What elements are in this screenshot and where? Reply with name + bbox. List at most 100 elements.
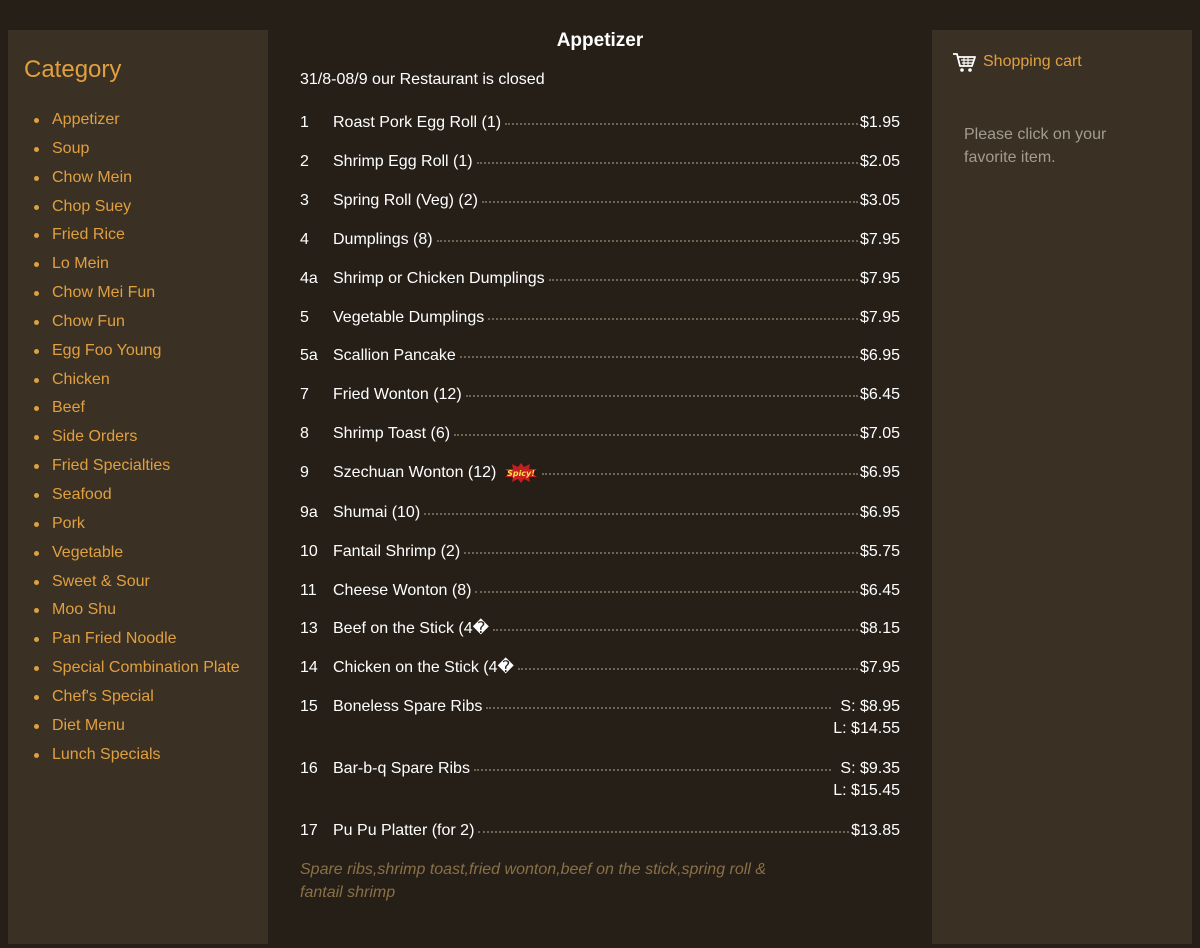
item-name: Fantail Shrimp (2) bbox=[333, 543, 461, 560]
menu-item[interactable]: 17 Pu Pu Platter (for 2) $13.85 bbox=[300, 820, 900, 850]
item-number: 4a bbox=[300, 270, 318, 287]
dot-leader bbox=[478, 831, 850, 833]
item-price: S: $8.95 L: $14.55 bbox=[833, 696, 900, 740]
item-number: 9a bbox=[300, 504, 318, 521]
category-item-special-combination-plate[interactable]: Special Combination Plate bbox=[32, 656, 240, 685]
item-name: Chicken on the Stick (4� bbox=[333, 659, 514, 676]
item-name: Dumplings (8) bbox=[333, 231, 433, 248]
category-item-chicken[interactable]: Chicken bbox=[32, 368, 240, 397]
dot-leader bbox=[542, 473, 858, 475]
category-item-pork[interactable]: Pork bbox=[32, 512, 240, 541]
item-name: Scallion Pancake bbox=[333, 347, 456, 364]
menu-items: 1 Roast Pork Egg Roll (1) $1.95 2 Shrimp… bbox=[300, 110, 900, 850]
category-item-lunch-specials[interactable]: Lunch Specials bbox=[32, 743, 240, 772]
item-name: Spring Roll (Veg) (2) bbox=[333, 192, 478, 209]
category-item-lo-mein[interactable]: Lo Mein bbox=[32, 252, 240, 281]
menu-item[interactable]: 13 Beef on the Stick (4� $8.15 bbox=[300, 618, 900, 657]
item-number: 16 bbox=[300, 760, 318, 777]
category-item-seafood[interactable]: Seafood bbox=[32, 483, 240, 512]
category-item-chow-mein[interactable]: Chow Mein bbox=[32, 166, 240, 195]
dot-leader bbox=[465, 395, 858, 397]
category-list: Appetizer Soup Chow Mein Chop Suey Fried… bbox=[32, 108, 240, 771]
menu-item[interactable]: 9 Szechuan Wonton (12) Spicy! $6.95 bbox=[300, 462, 900, 502]
menu-item[interactable]: 14 Chicken on the Stick (4� $7.95 bbox=[300, 657, 900, 696]
category-item-beef[interactable]: Beef bbox=[32, 396, 240, 425]
item-price: $6.45 bbox=[859, 386, 900, 403]
item-number: 8 bbox=[300, 425, 309, 442]
item-name: Szechuan Wonton (12) bbox=[333, 464, 497, 481]
category-item-fried-rice[interactable]: Fried Rice bbox=[32, 223, 240, 252]
item-name: Vegetable Dumplings bbox=[333, 309, 485, 326]
menu-item[interactable]: 7 Fried Wonton (12) $6.45 bbox=[300, 384, 900, 423]
dot-leader bbox=[505, 123, 858, 125]
shopping-cart-link[interactable]: Shopping cart bbox=[952, 51, 1082, 73]
item-price: $8.15 bbox=[859, 620, 900, 637]
closed-notice: 31/8-08/9 our Restaurant is closed bbox=[300, 71, 545, 88]
item-number: 5a bbox=[300, 347, 318, 364]
dot-leader bbox=[459, 356, 858, 358]
price-large: L: $15.45 bbox=[833, 782, 900, 799]
item-price: S: $9.35 L: $15.45 bbox=[833, 758, 900, 802]
menu-item[interactable]: 10 Fantail Shrimp (2) $5.75 bbox=[300, 541, 900, 580]
category-item-chow-mei-fun[interactable]: Chow Mei Fun bbox=[32, 281, 240, 310]
dot-leader bbox=[476, 162, 858, 164]
menu-item[interactable]: 4 Dumplings (8) $7.95 bbox=[300, 229, 900, 268]
category-item-appetizer[interactable]: Appetizer bbox=[32, 108, 240, 137]
item-number: 5 bbox=[300, 309, 309, 326]
menu-item[interactable]: 11 Cheese Wonton (8) $6.45 bbox=[300, 580, 900, 618]
sidebar-title: Category bbox=[24, 56, 122, 83]
dot-leader bbox=[454, 434, 858, 436]
menu-item[interactable]: 5a Scallion Pancake $6.95 bbox=[300, 345, 900, 384]
item-name: Bar-b-q Spare Ribs bbox=[333, 760, 470, 777]
dot-leader bbox=[488, 318, 858, 320]
item-name: Pu Pu Platter (for 2) bbox=[333, 822, 475, 839]
page: Category Appetizer Soup Chow Mein Chop S… bbox=[0, 0, 1200, 948]
menu-item[interactable]: 3 Spring Roll (Veg) (2) $3.05 bbox=[300, 190, 900, 229]
dot-leader bbox=[493, 629, 858, 631]
item-name: Shrimp Egg Roll (1) bbox=[333, 153, 473, 170]
category-sidebar: Category Appetizer Soup Chow Mein Chop S… bbox=[8, 30, 268, 944]
category-item-sweet-sour[interactable]: Sweet & Sour bbox=[32, 570, 240, 599]
category-item-egg-foo-young[interactable]: Egg Foo Young bbox=[32, 339, 240, 368]
item-price: $6.45 bbox=[859, 582, 900, 599]
dot-leader bbox=[424, 513, 858, 515]
dot-leader bbox=[473, 769, 832, 771]
item-number: 17 bbox=[300, 822, 318, 839]
item-name: Shumai (10) bbox=[333, 504, 421, 521]
category-item-soup[interactable]: Soup bbox=[32, 137, 240, 166]
menu-item[interactable]: 9a Shumai (10) $6.95 bbox=[300, 502, 900, 541]
category-item-moo-shu[interactable]: Moo Shu bbox=[32, 598, 240, 627]
menu-item[interactable]: 5 Vegetable Dumplings $7.95 bbox=[300, 307, 900, 345]
category-item-chop-suey[interactable]: Chop Suey bbox=[32, 195, 240, 224]
category-item-chow-fun[interactable]: Chow Fun bbox=[32, 310, 240, 339]
menu-item[interactable]: 2 Shrimp Egg Roll (1) $2.05 bbox=[300, 151, 900, 190]
menu-title: Appetizer bbox=[556, 30, 644, 51]
shopping-cart-icon bbox=[952, 51, 976, 73]
item-price: $7.05 bbox=[859, 425, 900, 442]
item-number: 13 bbox=[300, 620, 318, 637]
dot-leader bbox=[475, 591, 858, 593]
item-number: 1 bbox=[300, 114, 309, 131]
category-item-diet-menu[interactable]: Diet Menu bbox=[32, 714, 240, 743]
item-price: $3.05 bbox=[859, 192, 900, 209]
item-price: $7.95 bbox=[859, 659, 900, 676]
dot-leader bbox=[464, 552, 858, 554]
item-name: Cheese Wonton (8) bbox=[333, 582, 472, 599]
category-item-side-orders[interactable]: Side Orders bbox=[32, 425, 240, 454]
item-name: Fried Wonton (12) bbox=[333, 386, 462, 403]
menu-item[interactable]: 8 Shrimp Toast (6) $7.05 bbox=[300, 423, 900, 462]
item-price: $6.95 bbox=[859, 464, 900, 481]
category-item-vegetable[interactable]: Vegetable bbox=[32, 541, 240, 570]
menu-item[interactable]: 16 Bar-b-q Spare Ribs S: $9.35 L: $15.45 bbox=[300, 758, 900, 820]
menu-item[interactable]: 4a Shrimp or Chicken Dumplings $7.95 bbox=[300, 268, 900, 307]
shopping-cart-label: Shopping cart bbox=[983, 53, 1082, 70]
spicy-badge-label: Spicy! bbox=[507, 469, 535, 478]
dot-leader bbox=[481, 201, 858, 203]
menu-item[interactable]: 15 Boneless Spare Ribs S: $8.95 L: $14.5… bbox=[300, 696, 900, 758]
category-item-pan-fried-noodle[interactable]: Pan Fried Noodle bbox=[32, 627, 240, 656]
menu-item[interactable]: 1 Roast Pork Egg Roll (1) $1.95 bbox=[300, 112, 900, 151]
item-price: $5.75 bbox=[859, 543, 900, 560]
item-price: $13.85 bbox=[851, 822, 900, 839]
category-item-fried-specialties[interactable]: Fried Specialties bbox=[32, 454, 240, 483]
category-item-chefs-special[interactable]: Chef's Special bbox=[32, 685, 240, 714]
